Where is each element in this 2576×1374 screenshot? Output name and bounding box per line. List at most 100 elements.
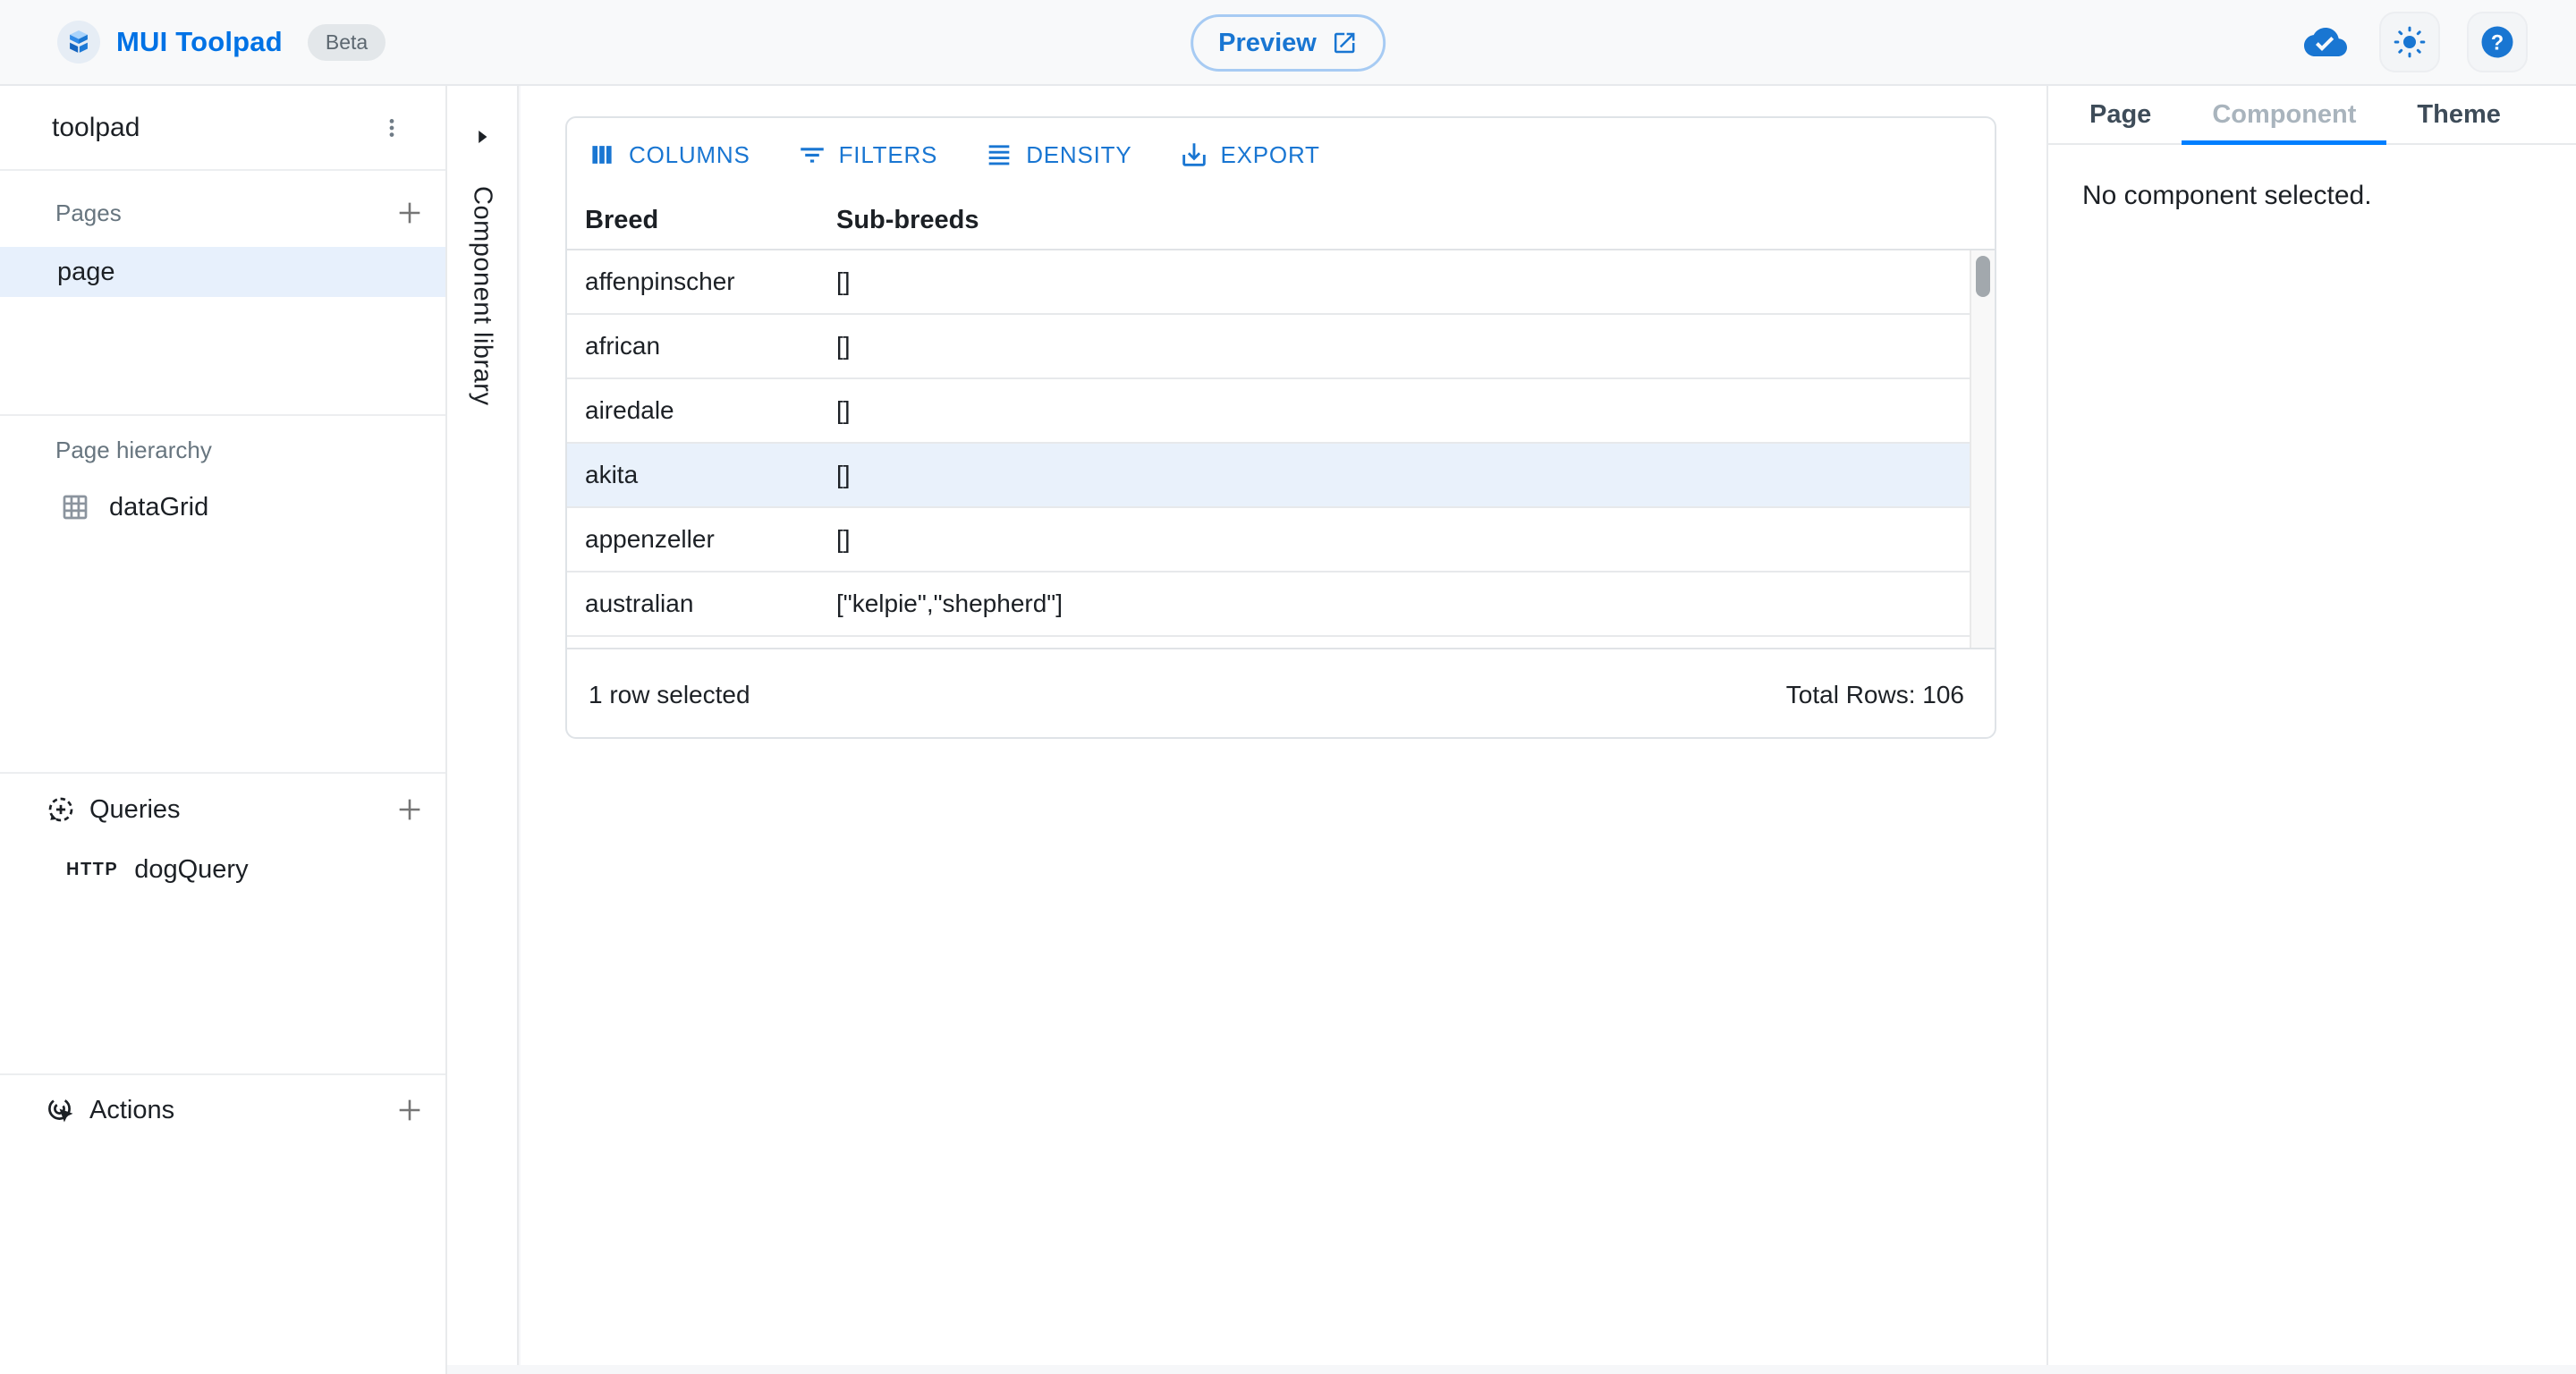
cell-sub-breeds[interactable]: []: [836, 525, 1995, 554]
cell-sub-breeds[interactable]: []: [836, 332, 1995, 360]
datagrid-item-label: dataGrid: [109, 493, 208, 522]
sidebar-item-datagrid[interactable]: dataGrid: [0, 481, 445, 533]
density-icon: [984, 140, 1014, 170]
density-button[interactable]: DENSITY: [984, 140, 1131, 170]
filters-button-label: FILTERS: [839, 141, 938, 169]
table-row[interactable]: african []: [567, 315, 1995, 379]
tab-page[interactable]: Page: [2059, 86, 2182, 143]
table-row[interactable]: airedale []: [567, 379, 1995, 444]
columns-button[interactable]: COLUMNS: [587, 140, 750, 170]
sidebar-divider: [0, 1073, 445, 1075]
project-row: toolpad: [0, 86, 445, 171]
component-library-label[interactable]: Component library: [468, 186, 497, 405]
pages-section-label: Pages: [55, 199, 122, 227]
filters-button[interactable]: FILTERS: [797, 140, 938, 170]
total-rows: Total Rows: 106: [1786, 681, 1964, 709]
explorer-sidebar: toolpad Pages page Page hierarchy: [0, 86, 447, 1374]
preview-button-label: Preview: [1218, 29, 1317, 58]
beta-badge: Beta: [308, 24, 386, 61]
actions-section-header: Actions: [0, 1077, 445, 1143]
cell-sub-breeds[interactable]: []: [836, 461, 1995, 489]
cell-breed[interactable]: appenzeller: [567, 525, 836, 554]
theme-toggle-button[interactable]: [2379, 12, 2440, 72]
columns-button-label: COLUMNS: [629, 141, 750, 169]
sidebar-divider: [0, 772, 445, 774]
column-header-breed[interactable]: Breed: [567, 206, 836, 235]
component-library-toggle[interactable]: [470, 125, 494, 148]
table-row[interactable]: australian ["kelpie","shepherd"]: [567, 572, 1995, 637]
external-link-icon: [1331, 30, 1358, 56]
datagrid-header-row: Breed Sub-breeds: [567, 191, 1995, 250]
tab-component[interactable]: Component: [2182, 86, 2386, 143]
http-method-chip: HTTP: [66, 860, 118, 880]
column-header-sub-breeds[interactable]: Sub-breeds: [836, 206, 1995, 235]
datagrid-footer: 1 row selected Total Rows: 106: [567, 648, 1995, 739]
project-menu-button[interactable]: [370, 106, 413, 149]
pages-section-header: Pages: [0, 179, 445, 247]
kebab-icon: [380, 116, 403, 140]
page-item-label: page: [57, 258, 115, 287]
page-canvas: COLUMNS FILTERS DENSITY: [521, 86, 2046, 1365]
question-icon: ?: [2479, 23, 2516, 61]
cell-breed[interactable]: akita: [567, 461, 836, 489]
preview-button[interactable]: Preview: [1191, 14, 1385, 72]
app-title: MUI Toolpad: [116, 26, 283, 58]
download-icon: [1179, 140, 1209, 170]
columns-icon: [587, 140, 617, 170]
queries-section-header: Queries: [0, 776, 445, 843]
inspector-panel: Page Component Theme No component select…: [2046, 86, 2576, 1365]
tab-theme[interactable]: Theme: [2386, 86, 2530, 143]
plus-icon: [394, 198, 425, 228]
table-row[interactable]: appenzeller []: [567, 508, 1995, 572]
table-grid-icon: [59, 491, 91, 523]
sun-icon: [2392, 24, 2428, 60]
sidebar-divider: [0, 414, 445, 416]
cell-breed[interactable]: african: [567, 332, 836, 360]
cell-breed[interactable]: affenpinscher: [567, 267, 836, 296]
hierarchy-section-header: Page hierarchy: [0, 419, 445, 481]
table-row[interactable]: affenpinscher []: [567, 250, 1995, 315]
toolpad-app: MUI Toolpad Beta Preview: [0, 0, 2576, 1374]
grid-scrollbar-track[interactable]: [1970, 250, 1995, 648]
triangle-right-icon: [470, 125, 494, 148]
density-button-label: DENSITY: [1026, 141, 1131, 169]
actions-icon: [45, 1094, 77, 1126]
table-row-partial: [567, 637, 1995, 648]
hierarchy-section-label: Page hierarchy: [55, 437, 212, 464]
actions-section-label: Actions: [89, 1096, 174, 1125]
svg-text:?: ?: [2491, 31, 2504, 55]
toolpad-logo-icon: [57, 21, 100, 64]
table-row-selected[interactable]: akita []: [567, 444, 1995, 508]
component-library-strip: Component library: [447, 86, 519, 1365]
selection-count: 1 row selected: [589, 681, 750, 709]
export-button[interactable]: EXPORT: [1179, 140, 1320, 170]
cell-sub-breeds[interactable]: []: [836, 396, 1995, 425]
sync-status-icon: [2302, 19, 2349, 65]
sidebar-item-page[interactable]: page: [0, 247, 445, 297]
help-button[interactable]: ?: [2467, 12, 2528, 72]
datagrid-component: COLUMNS FILTERS DENSITY: [565, 116, 1996, 739]
cell-sub-breeds[interactable]: []: [836, 267, 1995, 296]
plus-icon: [394, 794, 425, 825]
queries-section-label: Queries: [89, 795, 181, 825]
dogquery-item-label: dogQuery: [134, 855, 248, 885]
export-button-label: EXPORT: [1221, 141, 1320, 169]
cell-breed[interactable]: australian: [567, 589, 836, 618]
add-action-button[interactable]: [386, 1087, 433, 1133]
no-component-message: No component selected.: [2082, 181, 2576, 211]
datagrid-rows-viewport: affenpinscher [] african [] airedale [] …: [567, 250, 1995, 648]
inspector-tabs: Page Component Theme: [2048, 86, 2576, 145]
toolpad-logo-glyph: [64, 27, 94, 57]
cell-sub-breeds[interactable]: ["kelpie","shepherd"]: [836, 589, 1995, 618]
project-name: toolpad: [52, 113, 140, 143]
query-icon: [45, 793, 77, 826]
header-actions: ?: [2302, 12, 2528, 72]
add-query-button[interactable]: [386, 786, 433, 833]
grid-scrollbar-thumb[interactable]: [1976, 256, 1990, 297]
datagrid-toolbar: COLUMNS FILTERS DENSITY: [567, 118, 1995, 191]
plus-icon: [394, 1095, 425, 1125]
sidebar-item-dogquery[interactable]: HTTP dogQuery: [0, 843, 445, 896]
add-page-button[interactable]: [386, 190, 433, 236]
app-header: MUI Toolpad Beta Preview: [0, 0, 2576, 86]
cell-breed[interactable]: airedale: [567, 396, 836, 425]
